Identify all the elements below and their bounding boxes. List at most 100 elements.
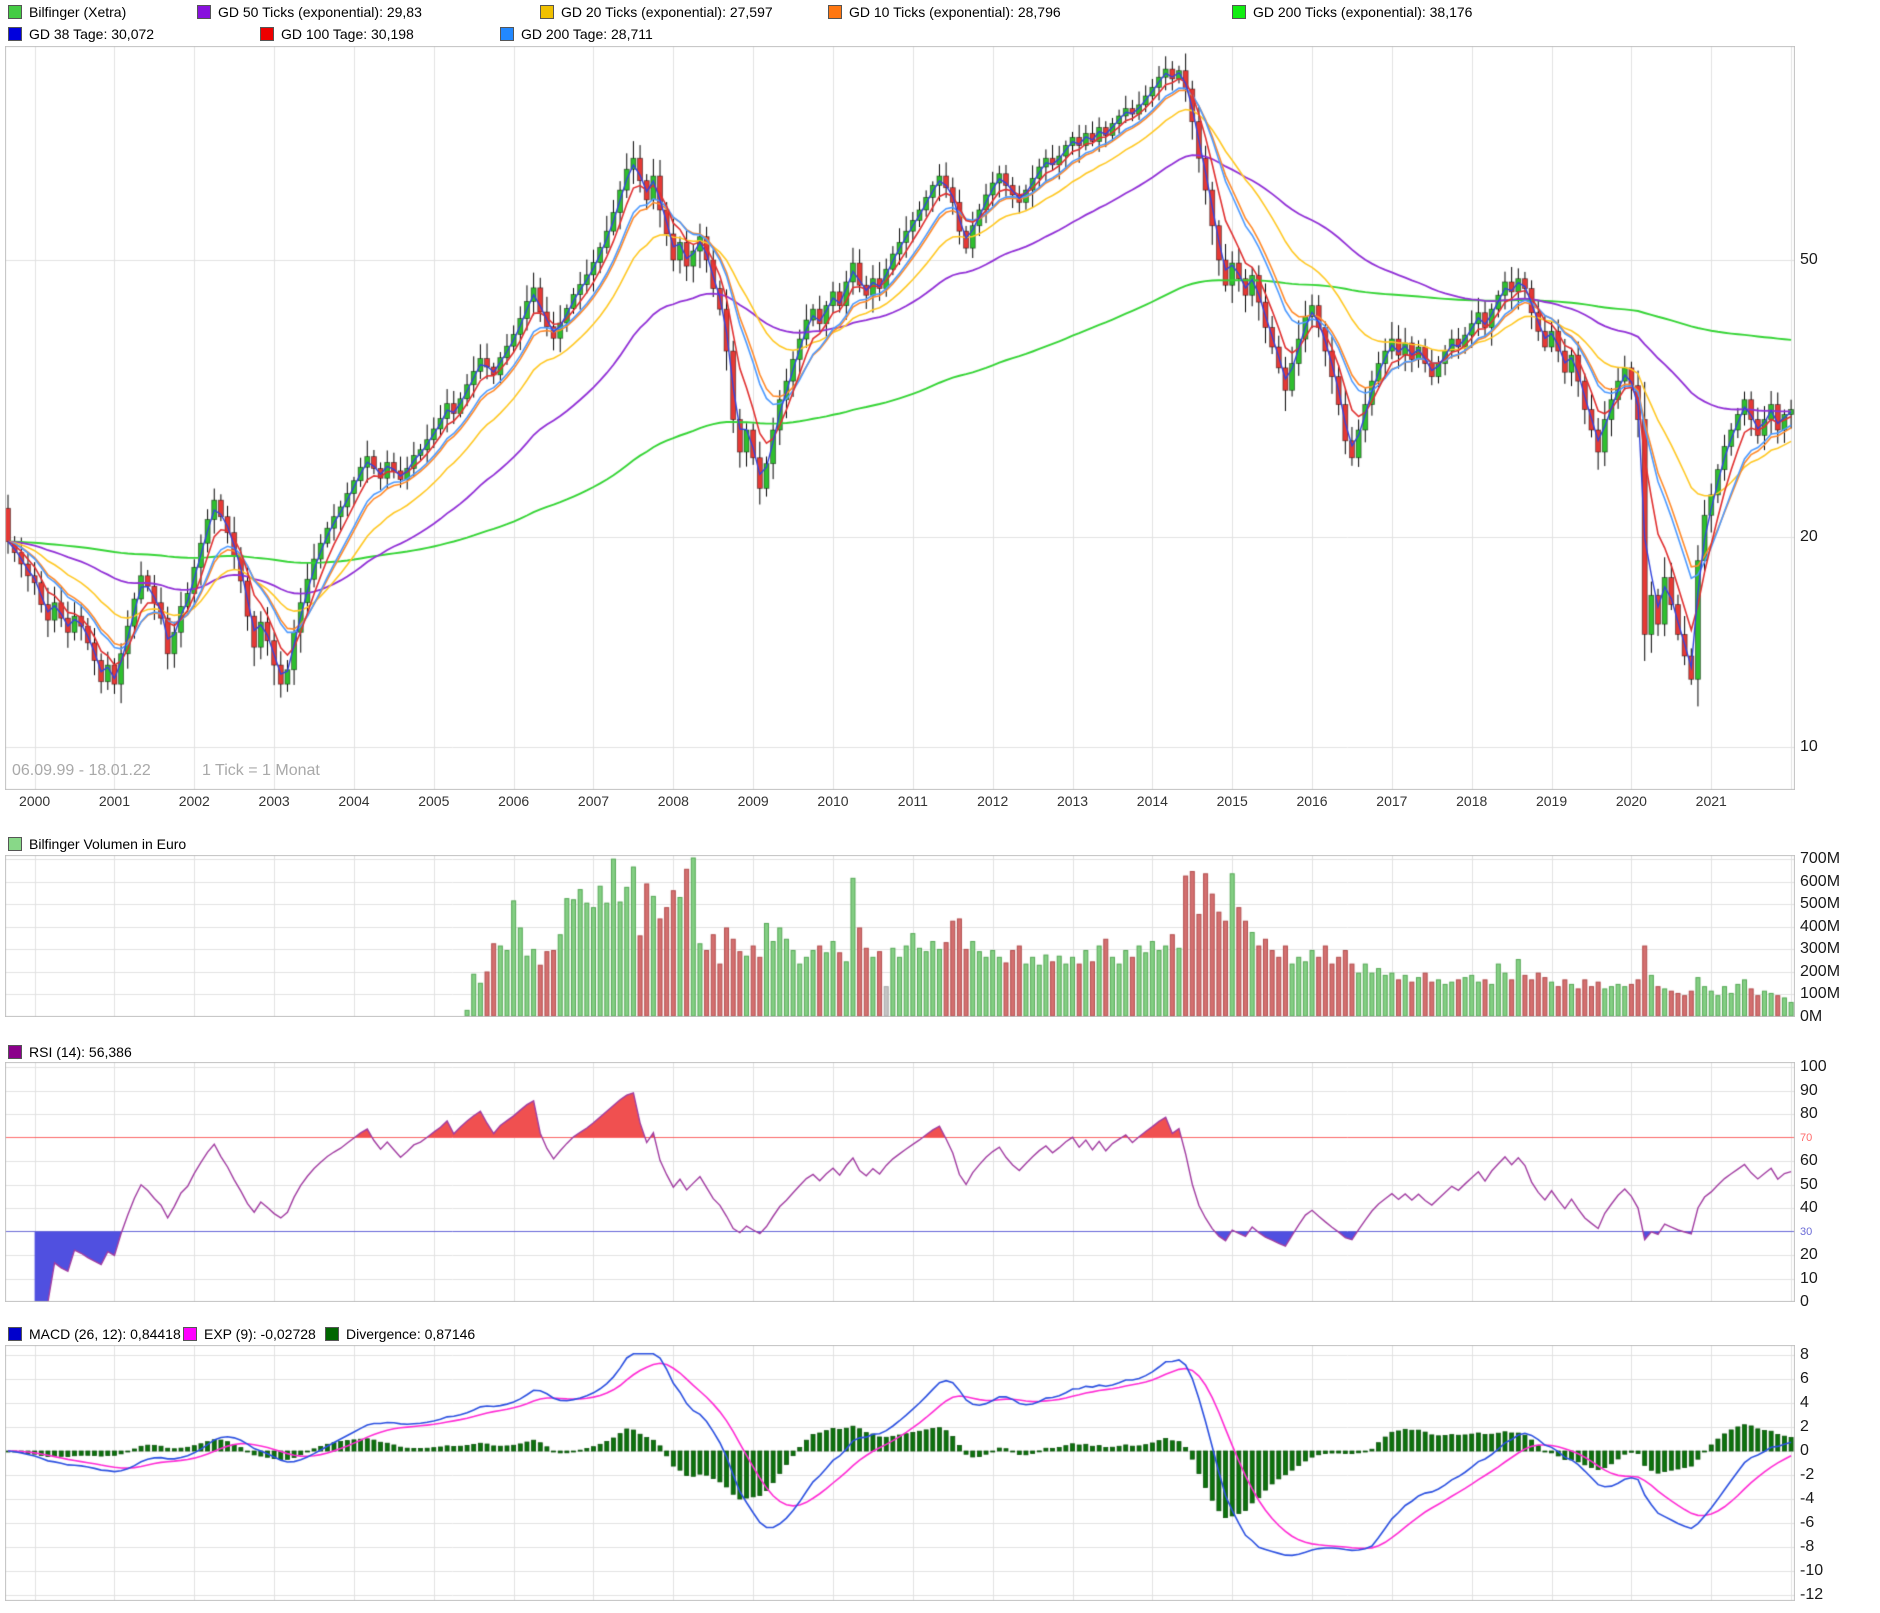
legend-swatch-icon [828,5,842,19]
legend-swatch-icon [8,27,22,41]
legend-label: EXP (9): -0,02728 [204,1326,316,1342]
legend-swatch-icon [8,5,22,19]
axis-tick-label: 10 [1800,738,1818,756]
legend-swatch-icon [260,27,274,41]
legend-swatch-icon [8,1327,22,1341]
legend-swatch-icon [325,1327,339,1341]
axis-tick-label: 600M [1800,873,1840,891]
legend-label: GD 100 Tage: 30,198 [281,26,414,42]
legend-swatch-icon [500,27,514,41]
x-axis-year-label: 2020 [1616,793,1647,809]
legend-item: GD 100 Tage: 30,198 [260,26,414,42]
axis-tick-label: 70 [1800,1132,1812,1144]
macd-chart-canvas [5,1345,1795,1601]
axis-tick-label: -8 [1800,1538,1814,1556]
rsi-swatch-icon [8,1045,22,1059]
axis-tick-label: 8 [1800,1346,1809,1364]
x-axis-year-label: 2019 [1536,793,1567,809]
legend-item: GD 10 Ticks (exponential): 28,796 [828,4,1061,20]
axis-tick-label: 200M [1800,963,1840,981]
legend-item: Divergence: 0,87146 [325,1326,475,1342]
x-axis-year-label: 2015 [1217,793,1248,809]
axis-tick-label: 4 [1800,1394,1809,1412]
x-axis-year-label: 2018 [1456,793,1487,809]
legend-label: GD 200 Ticks (exponential): 38,176 [1253,4,1472,20]
axis-tick-label: 50 [1800,251,1818,269]
x-axis-year-label: 2017 [1376,793,1407,809]
legend-item: GD 38 Tage: 30,072 [8,26,154,42]
legend-swatch-icon [197,5,211,19]
axis-tick-label: 2 [1800,1418,1809,1436]
axis-tick-label: 700M [1800,850,1840,868]
chart-page: Bilfinger (Xetra) GD 50 Ticks (exponentia… [0,0,1880,1613]
price-date-range: 06.09.99 - 18.01.22 [12,762,151,780]
volume-swatch-icon [8,837,22,851]
x-axis-year-label: 2004 [338,793,369,809]
legend-label: Bilfinger (Xetra) [29,4,126,20]
axis-tick-label: 0M [1800,1008,1822,1026]
x-axis-year-label: 2001 [99,793,130,809]
legend-label: GD 50 Ticks (exponential): 29,83 [218,4,422,20]
legend-row-1: Bilfinger (Xetra) GD 50 Ticks (exponentia… [0,4,1880,24]
x-axis-year-label: 2014 [1137,793,1168,809]
x-axis-year-label: 2021 [1696,793,1727,809]
legend-swatch-icon [540,5,554,19]
legend-label: MACD (26, 12): 0,84418 [29,1326,181,1342]
axis-tick-label: -10 [1800,1562,1823,1580]
x-axis-year-label: 2013 [1057,793,1088,809]
axis-tick-label: 100 [1800,1058,1827,1076]
axis-tick-label: 20 [1800,528,1818,546]
legend-item: EXP (9): -0,02728 [183,1326,316,1342]
x-axis-year-label: 2003 [259,793,290,809]
legend-row-2: GD 38 Tage: 30,072 GD 100 Tage: 30,198 GD … [0,26,1880,46]
volume-legend-label: Bilfinger Volumen in Euro [29,836,186,852]
price-chart-canvas [5,46,1795,790]
legend-item: Bilfinger (Xetra) [8,4,126,20]
volume-legend: Bilfinger Volumen in Euro [8,836,186,852]
legend-label: GD 200 Tage: 28,711 [521,26,653,42]
x-axis-year-label: 2009 [738,793,769,809]
axis-tick-label: 40 [1800,1199,1818,1217]
x-axis-year-label: 2002 [179,793,210,809]
axis-tick-label: 100M [1800,985,1840,1003]
rsi-legend: RSI (14): 56,386 [8,1044,132,1060]
axis-tick-label: 60 [1800,1152,1818,1170]
legend-item: MACD (26, 12): 0,84418 [8,1326,181,1342]
x-axis-year-label: 2016 [1296,793,1327,809]
x-axis-year-label: 2000 [19,793,50,809]
axis-tick-label: 30 [1800,1226,1812,1238]
axis-tick-label: 90 [1800,1082,1818,1100]
legend-label: GD 20 Ticks (exponential): 27,597 [561,4,773,20]
axis-tick-label: -4 [1800,1490,1814,1508]
axis-tick-label: 0 [1800,1293,1809,1311]
axis-tick-label: 500M [1800,895,1840,913]
x-axis-year-label: 2012 [977,793,1008,809]
rsi-chart-canvas [5,1062,1795,1302]
axis-tick-label: 300M [1800,940,1840,958]
axis-tick-label: -2 [1800,1466,1814,1484]
legend-label: GD 38 Tage: 30,072 [29,26,154,42]
x-axis-year-label: 2006 [498,793,529,809]
legend-item: GD 200 Ticks (exponential): 38,176 [1232,4,1472,20]
legend-swatch-icon [1232,5,1246,19]
x-axis-year-label: 2011 [898,793,928,809]
macd-legend-row: MACD (26, 12): 0,84418 EXP (9): -0,02728 D… [0,1326,1880,1346]
legend-item: GD 50 Ticks (exponential): 29,83 [197,4,422,20]
axis-tick-label: -6 [1800,1514,1814,1532]
x-axis-year-label: 2007 [578,793,609,809]
axis-tick-label: 20 [1800,1246,1818,1264]
price-tick-note: 1 Tick = 1 Monat [202,762,320,780]
x-axis-year-label: 2005 [418,793,449,809]
legend-item: GD 200 Tage: 28,711 [500,26,653,42]
x-axis-year-label: 2010 [817,793,848,809]
x-axis-year-label: 2008 [658,793,689,809]
legend-label: Divergence: 0,87146 [346,1326,475,1342]
legend-item: GD 20 Ticks (exponential): 27,597 [540,4,773,20]
axis-tick-label: 10 [1800,1270,1818,1288]
axis-tick-label: 80 [1800,1105,1818,1123]
axis-tick-label: 50 [1800,1176,1818,1194]
axis-tick-label: 6 [1800,1370,1809,1388]
legend-label: GD 10 Ticks (exponential): 28,796 [849,4,1061,20]
legend-swatch-icon [183,1327,197,1341]
rsi-legend-label: RSI (14): 56,386 [29,1044,132,1060]
